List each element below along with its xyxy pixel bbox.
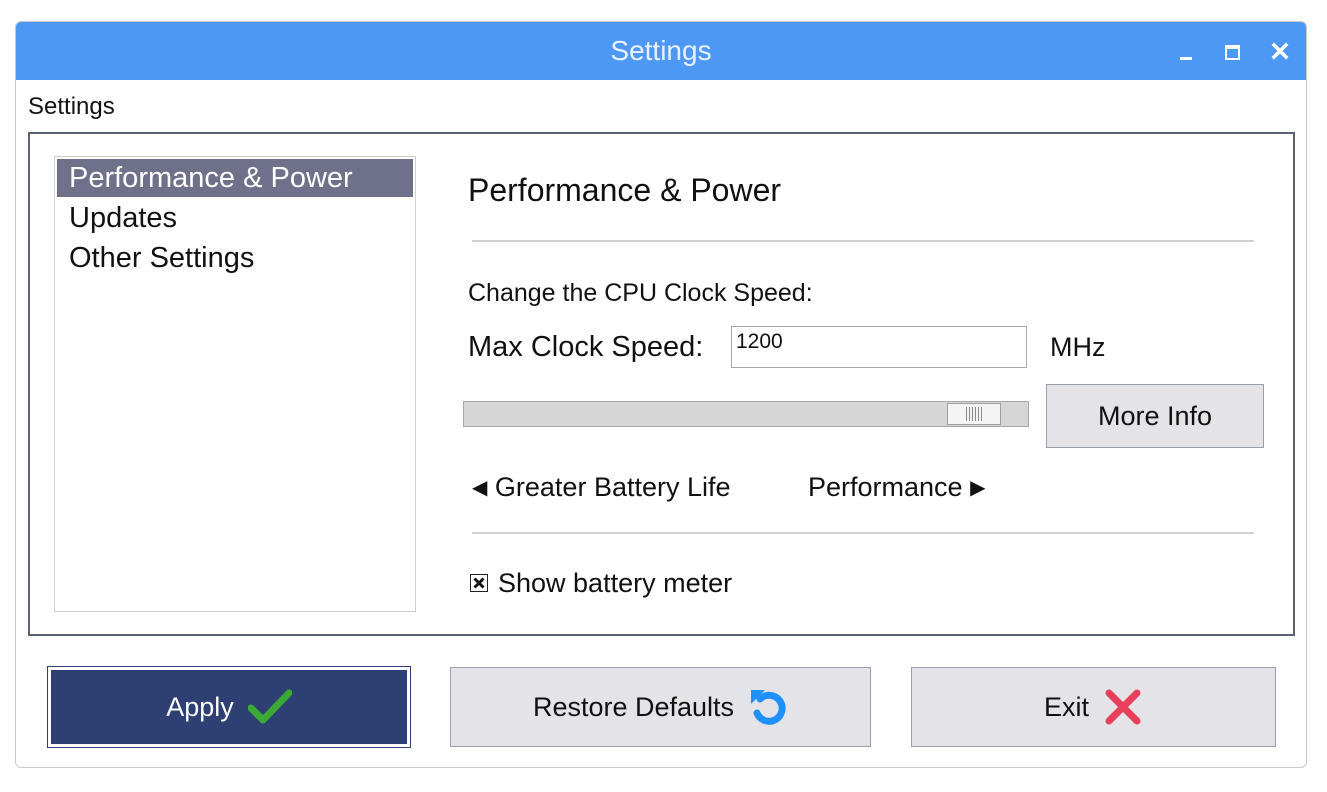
divider	[472, 532, 1254, 534]
x-icon	[1105, 689, 1141, 725]
maximize-icon	[1225, 45, 1240, 60]
maximize-button[interactable]	[1216, 35, 1248, 67]
grip-icon	[966, 407, 982, 421]
sidebar-item-performance-power[interactable]: Performance & Power	[57, 159, 413, 197]
page-title: Performance & Power	[468, 172, 782, 208]
performance-panel: Performance & Power Change the CPU Clock…	[463, 164, 1264, 604]
show-battery-meter-checkbox[interactable]	[470, 574, 488, 592]
battery-life-text: Greater Battery Life	[494, 472, 731, 502]
window-title: Settings	[610, 35, 712, 66]
apply-label: Apply	[166, 691, 234, 722]
battery-life-label: ◀ Greater Battery Life	[472, 472, 731, 503]
divider	[472, 240, 1254, 242]
restore-defaults-button[interactable]: Restore Defaults	[450, 667, 871, 747]
exit-button[interactable]: Exit	[911, 667, 1276, 747]
performance-text: Performance	[808, 472, 963, 502]
performance-label: Performance ▶	[808, 472, 985, 503]
exit-label: Exit	[1043, 691, 1089, 722]
show-battery-meter-label[interactable]: Show battery meter	[498, 568, 732, 599]
restore-icon	[751, 690, 786, 725]
max-clock-speed-input[interactable]	[731, 326, 1027, 368]
title-bar[interactable]: Settings	[16, 22, 1306, 80]
sidebar-item-updates[interactable]: Updates	[57, 199, 413, 237]
unit-label: MHz	[1050, 332, 1106, 362]
sidebar-list: Performance & Power Updates Other Settin…	[54, 156, 416, 612]
settings-window: Settings Settings Performance & Power Up…	[15, 21, 1307, 768]
sidebar-item-other-settings[interactable]: Other Settings	[57, 239, 413, 277]
checkmark-icon	[247, 689, 292, 724]
settings-frame: Performance & Power Updates Other Settin…	[28, 132, 1295, 636]
more-info-button[interactable]: More Info	[1046, 384, 1264, 448]
minimize-icon	[1180, 57, 1192, 60]
cpu-clock-label: Change the CPU Clock Speed:	[468, 279, 813, 307]
apply-button[interactable]: Apply	[47, 666, 411, 748]
clock-speed-slider[interactable]	[463, 401, 1029, 427]
settings-label: Settings	[28, 93, 115, 120]
restore-defaults-label: Restore Defaults	[532, 691, 735, 722]
right-triangle-icon: ▶	[970, 477, 986, 499]
max-clock-label: Max Clock Speed:	[468, 331, 704, 363]
checkbox-check-icon	[473, 577, 485, 589]
slider-handle[interactable]	[947, 403, 1001, 425]
minimize-button[interactable]	[1171, 35, 1203, 67]
close-button[interactable]	[1264, 35, 1296, 67]
left-triangle-icon: ◀	[472, 477, 488, 499]
close-icon	[1271, 42, 1289, 60]
